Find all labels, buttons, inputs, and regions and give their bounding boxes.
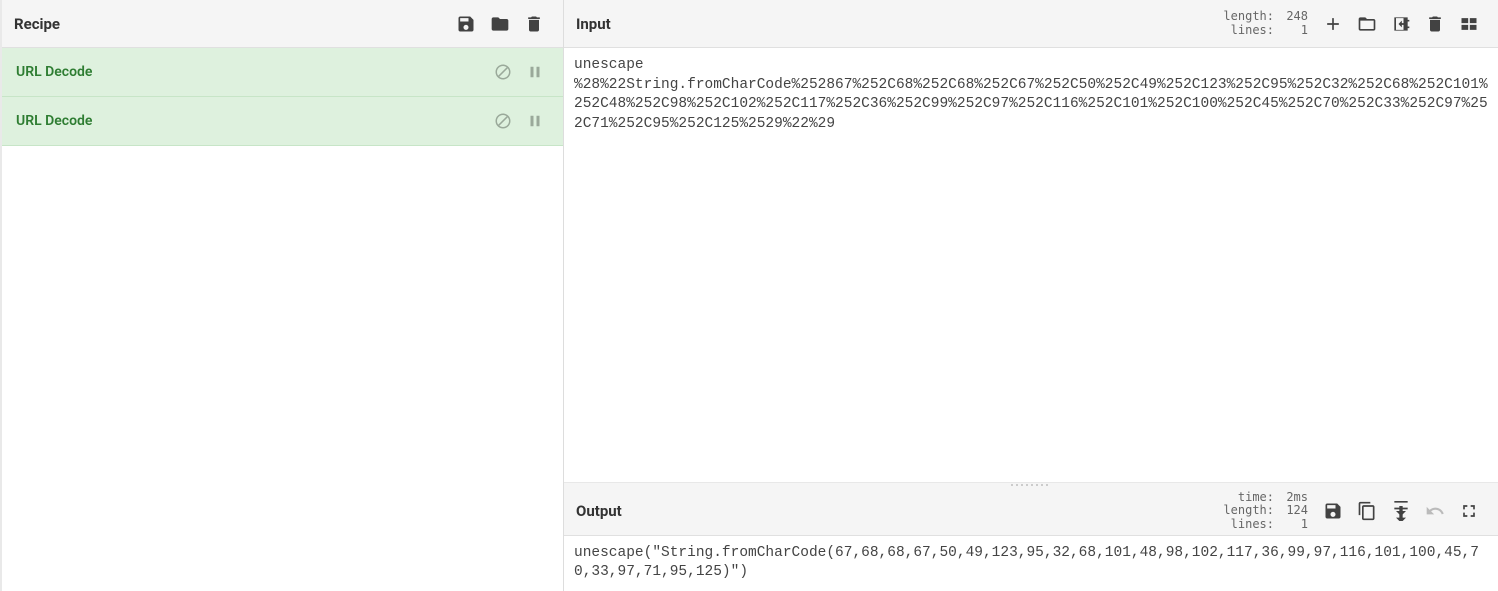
folder-outline-icon (1357, 14, 1377, 34)
open-file-button[interactable] (1384, 7, 1418, 41)
move-up-icon (1391, 501, 1411, 521)
replace-input-button[interactable] (1384, 494, 1418, 528)
disable-icon (494, 63, 512, 81)
input-panel: Input length: 248 lines: 1 (564, 0, 1498, 482)
folder-icon (490, 14, 510, 34)
input-lines-label: lines: (1214, 24, 1274, 38)
pause-icon (526, 112, 544, 130)
trash-icon (524, 14, 544, 34)
input-lines-value: 1 (1274, 24, 1308, 38)
input-stats: length: 248 lines: 1 (1214, 10, 1308, 38)
clear-recipe-button[interactable] (517, 7, 551, 41)
plus-icon (1323, 14, 1343, 34)
output-lines-value: 1 (1274, 518, 1308, 532)
output-stats: time: 2ms length: 124 lines: 1 (1214, 491, 1308, 532)
io-column: Input length: 248 lines: 1 (564, 0, 1498, 591)
recipe-operation[interactable]: URL Decode (2, 97, 563, 146)
trash-icon (1425, 14, 1445, 34)
input-title: Input (576, 15, 611, 33)
input-file-icon (1391, 14, 1411, 34)
recipe-operations-list[interactable]: URL Decode URL Decode (2, 48, 563, 591)
maximise-output-button[interactable] (1452, 494, 1486, 528)
disable-icon (494, 112, 512, 130)
copy-icon (1357, 501, 1377, 521)
fullscreen-icon (1459, 501, 1479, 521)
reset-layout-button[interactable] (1452, 7, 1486, 41)
undo-button[interactable] (1418, 494, 1452, 528)
output-text: unescape("String.fromCharCode(67,68,68,6… (564, 536, 1498, 591)
save-icon (1323, 501, 1343, 521)
save-output-button[interactable] (1316, 494, 1350, 528)
open-folder-button[interactable] (1350, 7, 1384, 41)
save-recipe-button[interactable] (449, 7, 483, 41)
clear-input-button[interactable] (1418, 7, 1452, 41)
add-input-tab-button[interactable] (1316, 7, 1350, 41)
output-length-value: 124 (1274, 504, 1308, 518)
input-length-label: length: (1214, 10, 1274, 24)
output-time-label: time: (1214, 491, 1274, 505)
output-length-label: length: (1214, 504, 1274, 518)
recipe-title: Recipe (14, 15, 60, 33)
output-header: Output time: 2ms length: 124 lines: 1 (564, 488, 1498, 536)
disable-operation-button[interactable] (489, 107, 517, 135)
operation-name: URL Decode (16, 113, 485, 129)
output-title: Output (576, 502, 622, 520)
recipe-operation[interactable]: URL Decode (2, 48, 563, 97)
layout-icon (1459, 14, 1479, 34)
input-textarea[interactable]: unescape %28%22String.fromCharCode%25286… (564, 48, 1498, 482)
pause-operation-button[interactable] (521, 107, 549, 135)
recipe-header: Recipe (2, 0, 563, 48)
disable-operation-button[interactable] (489, 58, 517, 86)
output-lines-label: lines: (1214, 518, 1274, 532)
input-length-value: 248 (1274, 10, 1308, 24)
undo-icon (1425, 501, 1445, 521)
pause-icon (526, 63, 544, 81)
load-recipe-button[interactable] (483, 7, 517, 41)
save-icon (456, 14, 476, 34)
copy-output-button[interactable] (1350, 494, 1384, 528)
output-panel: Output time: 2ms length: 124 lines: 1 (564, 488, 1498, 591)
input-header: Input length: 248 lines: 1 (564, 0, 1498, 48)
recipe-panel: Recipe URL Decode URL Decode (2, 0, 564, 591)
output-time-value: 2ms (1274, 491, 1308, 505)
pause-operation-button[interactable] (521, 58, 549, 86)
operation-name: URL Decode (16, 64, 485, 80)
